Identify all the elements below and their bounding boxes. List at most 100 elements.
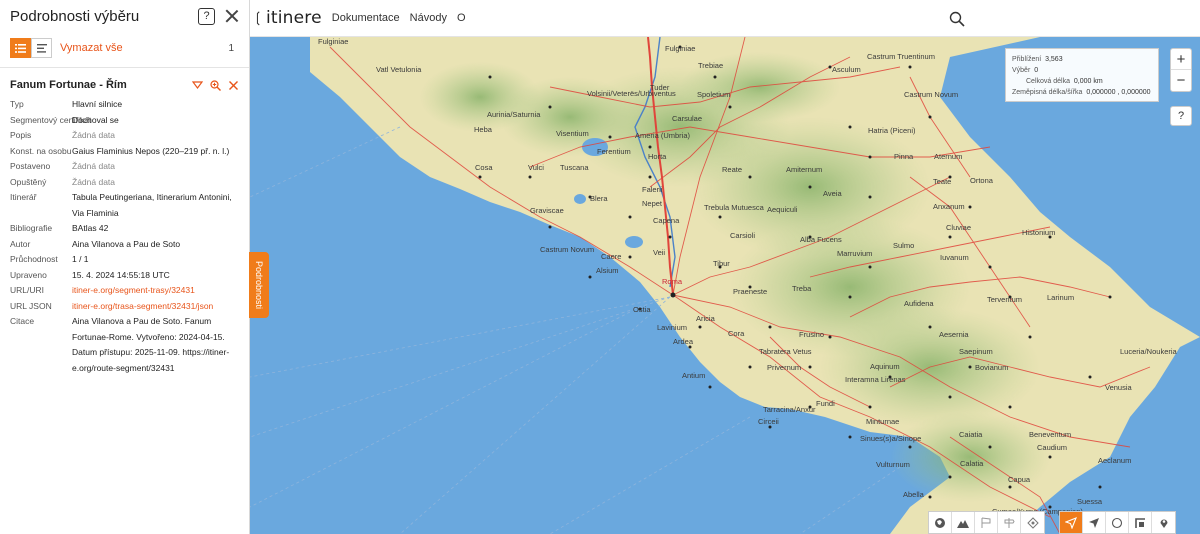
place-label: Tabratera Vetus bbox=[759, 347, 812, 356]
place-label: Ostia bbox=[633, 305, 651, 314]
area-tool-button[interactable] bbox=[1129, 512, 1152, 533]
property-value: 1 / 1 bbox=[72, 254, 89, 264]
place-label: Fundi bbox=[816, 399, 835, 408]
top-bar: ❲ itinere Dokumentace Návody O bbox=[250, 0, 1200, 37]
remove-icon[interactable] bbox=[228, 80, 239, 91]
place-label: Aurinia/Saturnia bbox=[487, 110, 541, 119]
nav-link-about[interactable]: O bbox=[457, 12, 466, 24]
view-toggle bbox=[10, 38, 52, 58]
place-label: Heba bbox=[474, 125, 492, 134]
property-key: Upraveno bbox=[10, 269, 47, 280]
property-value: Žádná data bbox=[72, 176, 116, 187]
place-label: Interamna Lirenas bbox=[845, 375, 906, 384]
panel-toolbar: Vymazat vše 1 bbox=[0, 35, 249, 61]
help-button[interactable]: ? bbox=[198, 7, 215, 25]
detail-view-button[interactable] bbox=[31, 38, 52, 58]
place-label-selected: Roma bbox=[662, 277, 683, 286]
place-label: Anxanum bbox=[933, 202, 965, 211]
property-key: Opuštěný bbox=[10, 176, 47, 187]
search-icon[interactable] bbox=[949, 11, 965, 27]
property-row: Citace Aina Vilanova a Pau de Soto. Fanum… bbox=[10, 314, 239, 376]
place-label: Frusino bbox=[799, 330, 825, 339]
circle-tool-button[interactable] bbox=[1106, 512, 1129, 533]
close-icon[interactable] bbox=[225, 9, 239, 23]
place-label: Abella bbox=[903, 490, 924, 499]
place-label: Fulginiae bbox=[318, 37, 349, 46]
mountain-icon bbox=[957, 519, 969, 528]
filter-icon[interactable] bbox=[192, 80, 203, 91]
zoom-in-button[interactable]: + bbox=[1171, 49, 1191, 70]
basemap-button[interactable] bbox=[929, 512, 952, 533]
property-value: Žádná data bbox=[72, 130, 116, 140]
circle-icon bbox=[1111, 517, 1123, 528]
route-button[interactable] bbox=[998, 512, 1021, 533]
place-label: Ferentium bbox=[597, 147, 631, 156]
select-tool-button[interactable] bbox=[1060, 512, 1083, 533]
place-label: Nepet bbox=[642, 199, 663, 208]
property-row: URL/URI itiner-e.org/segment-trasy/32431 bbox=[10, 283, 239, 299]
property-row: Opuštěný Žádná data bbox=[10, 175, 239, 191]
clear-all-link[interactable]: Vymazat vše bbox=[60, 42, 228, 54]
selection-label: Výběr bbox=[1012, 67, 1031, 74]
flag-icon bbox=[981, 517, 991, 528]
zoom-out-button[interactable]: − bbox=[1171, 70, 1191, 91]
property-key: Průchodnost bbox=[10, 254, 58, 264]
corner-icon bbox=[1135, 517, 1145, 528]
navigate-tool-button[interactable] bbox=[1083, 512, 1106, 533]
property-link[interactable]: itiner-e.org/trasa-segment/32431/json bbox=[72, 299, 239, 315]
layers-button[interactable] bbox=[1021, 512, 1044, 533]
details-tab-label: Podrobnosti bbox=[254, 260, 265, 310]
place-label: Aeclanum bbox=[1098, 456, 1132, 465]
place-label: Horta bbox=[648, 152, 667, 161]
place-label: Cluviae bbox=[946, 223, 972, 232]
zoom-to-icon[interactable] bbox=[210, 79, 221, 91]
app-window: Fulginiae Fulginiae Trebiae Asculum Cast… bbox=[0, 0, 1200, 534]
property-row: Autor Aina Vilanova a Pau de Soto bbox=[10, 237, 239, 253]
place-label: Tuscana bbox=[560, 163, 589, 172]
place-label: Caiatia bbox=[959, 430, 983, 439]
property-value: Dochoval se bbox=[72, 114, 119, 125]
place-label: Trebiae bbox=[698, 61, 724, 70]
coords-label: Zeměpisná délka/šířka bbox=[1012, 89, 1083, 96]
property-key: Segmentový certifikát bbox=[10, 114, 92, 125]
details-tab[interactable]: Podrobnosti bbox=[249, 252, 269, 318]
selected-item-title: Fanum Fortunae - Řím bbox=[10, 79, 127, 91]
place-label: Beneventum bbox=[1029, 430, 1072, 439]
properties-list: Typ Hlavní silnice Segmentový certifikát Do… bbox=[0, 97, 249, 376]
place-tool-button[interactable] bbox=[1152, 512, 1175, 533]
place-label: Vulturnum bbox=[876, 460, 910, 469]
panel-title: Podrobnosti výběru bbox=[10, 7, 140, 25]
property-value: BAtlas 42 bbox=[72, 223, 109, 233]
place-label: Aufidena bbox=[904, 299, 934, 308]
place-label: Bovianum bbox=[975, 363, 1009, 372]
place-label: Tuder bbox=[650, 83, 670, 92]
terrain-button[interactable] bbox=[952, 512, 975, 533]
panel-header: Podrobnosti výběru ? bbox=[0, 0, 249, 32]
place-label: Caudium bbox=[1037, 443, 1068, 452]
list-view-button[interactable] bbox=[10, 38, 31, 58]
place-label: Lavinium bbox=[657, 323, 688, 332]
place-label: Alba Fucens bbox=[800, 235, 842, 244]
map-tool-toolbar bbox=[1059, 511, 1176, 534]
flag-button[interactable] bbox=[975, 512, 998, 533]
place-label: Aequiculi bbox=[767, 205, 798, 214]
map-layer-toolbar bbox=[928, 511, 1045, 534]
property-row: Typ Hlavní silnice bbox=[10, 97, 239, 113]
place-label: Tibur bbox=[713, 259, 730, 268]
place-label: Capena bbox=[653, 216, 680, 225]
place-label: Castrum Novum bbox=[904, 90, 959, 99]
place-label: Cora bbox=[728, 329, 745, 338]
nav-link-guides[interactable]: Návody bbox=[410, 12, 447, 24]
place-label: Amiternum bbox=[786, 165, 823, 174]
map-canvas[interactable]: Fulginiae Fulginiae Trebiae Asculum Cast… bbox=[250, 37, 1200, 534]
property-key: URL/URI bbox=[10, 285, 45, 295]
place-label: Antium bbox=[682, 371, 706, 380]
app-logo[interactable]: ❲ itinere bbox=[252, 8, 322, 28]
place-label: Fulginiae bbox=[665, 44, 696, 53]
property-link[interactable]: itiner-e.org/segment-trasy/32431 bbox=[72, 283, 239, 299]
nav-link-docs[interactable]: Dokumentace bbox=[332, 12, 400, 24]
property-key: Citace bbox=[10, 316, 35, 326]
map-help-button[interactable]: ? bbox=[1170, 106, 1192, 126]
property-value: Hlavní silnice bbox=[72, 99, 123, 109]
place-label: Aquinum bbox=[870, 362, 900, 371]
